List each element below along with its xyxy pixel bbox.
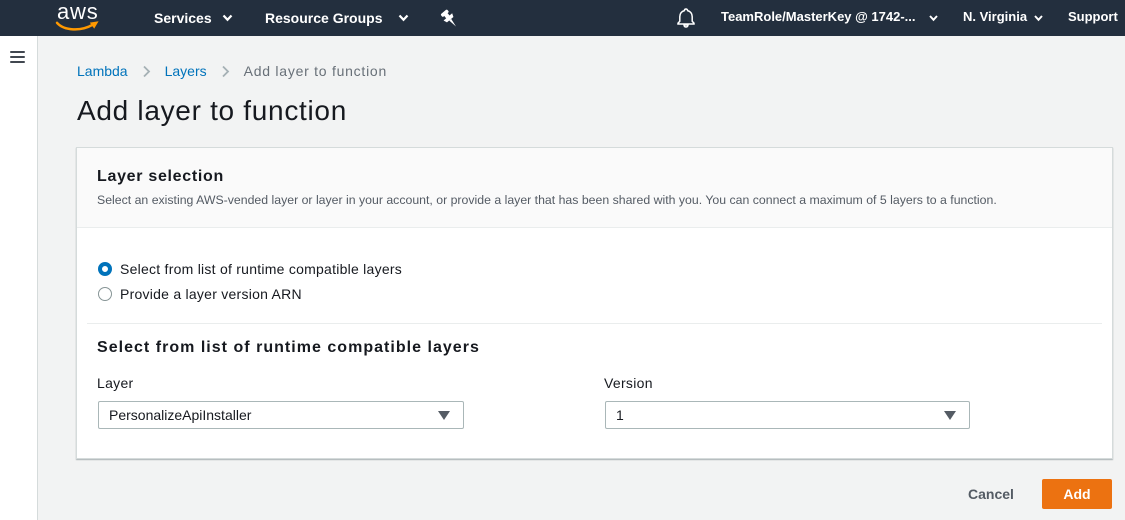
svg-text:aws: aws [57, 2, 99, 24]
